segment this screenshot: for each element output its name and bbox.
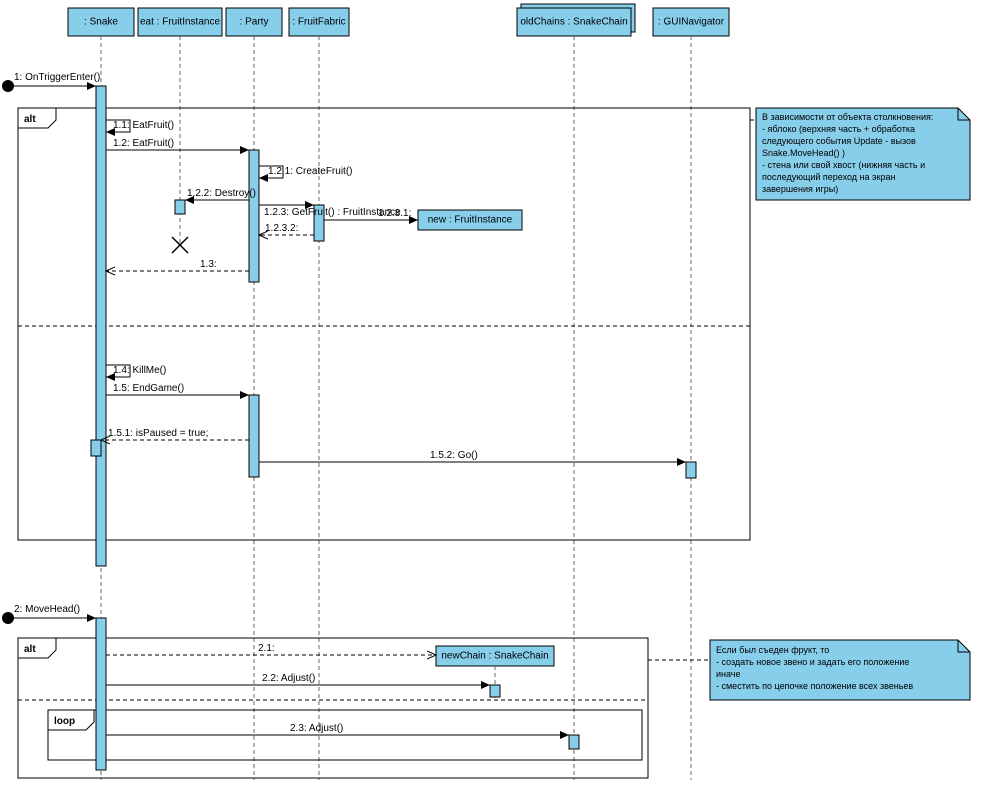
msg-2-3-label: 2.3: Adjust()	[290, 723, 343, 734]
alt-frame-1	[18, 108, 750, 540]
lifeline-party: : Party	[226, 8, 282, 780]
alt-frame-1-label: alt	[24, 114, 36, 125]
activation-oldchains	[569, 735, 579, 749]
lifeline-fabric-label: : FruitFabric	[292, 17, 345, 28]
msg-1-2-3-1-label: 1.2.3.1:	[378, 208, 411, 219]
sequence-diagram: : Snake eat : FruitInstance : Party : Fr…	[0, 0, 982, 791]
svg-text:иначе: иначе	[716, 669, 741, 679]
alt-frame-2-label: alt	[24, 644, 36, 655]
msg-1-2-label: 1.2: EatFruit()	[113, 138, 174, 149]
msg-1-5-2-label: 1.5.2: Go()	[430, 450, 478, 461]
note-2: Если был съеден фрукт, то - создать ново…	[710, 640, 970, 700]
created-new-fruit-label: new : FruitInstance	[428, 215, 513, 226]
msg-1-label: 1: OnTriggerEnter()	[14, 72, 100, 83]
msg-1-5-label: 1.5: EndGame()	[113, 383, 184, 394]
lifeline-party-label: : Party	[240, 17, 269, 28]
lifeline-gui-label: : GUINavigator	[658, 17, 725, 28]
activation-snake-2	[96, 618, 106, 770]
msg-1-2-2-label: 1.2.2: Destroy()	[187, 188, 256, 199]
svg-text:последующий переход на экран: последующий переход на экран	[762, 172, 896, 182]
svg-text:- сместить по цепочке положени: - сместить по цепочке положение всех зве…	[716, 681, 913, 691]
activation-gui	[686, 462, 696, 478]
svg-text:Snake.MoveHead() ): Snake.MoveHead() )	[762, 148, 845, 158]
msg-2-2-label: 2.2: Adjust()	[262, 673, 315, 684]
activation-party-1	[249, 150, 259, 282]
svg-text:- стена или свой хвост (нижняя: - стена или свой хвост (нижняя часть и	[762, 160, 925, 170]
lifeline-fabric: : FruitFabric	[289, 8, 349, 780]
msg-1-2-3-2-label: 1.2.3.2:	[265, 223, 298, 234]
svg-text:- создать новое звено и задать: - создать новое звено и задать его полож…	[716, 657, 909, 667]
msg-1-5-1-label: 1.5.1: isPaused = true;	[108, 428, 208, 439]
activation-snake-ispaused	[91, 440, 101, 456]
activation-snake-1	[96, 86, 106, 566]
lifeline-snake-label: : Snake	[84, 17, 118, 28]
created-new-chain-label: newChain : SnakeChain	[441, 651, 548, 662]
msg-2-1-label: 2.1:	[258, 643, 275, 654]
start-gate-1	[2, 80, 14, 92]
activation-newchain	[490, 685, 500, 697]
msg-1-3-label: 1.3:	[200, 259, 217, 270]
lifeline-eat-label: eat : FruitInstance	[140, 17, 220, 28]
lifeline-oldchains-label: oldChains : SnakeChain	[520, 17, 627, 28]
svg-text:завершения игры): завершения игры)	[762, 184, 838, 194]
activation-eat-destroy	[175, 200, 185, 214]
note-1: В зависимости от объекта столкновения: -…	[756, 108, 970, 200]
activation-party-2	[249, 395, 259, 477]
svg-text:Если был съеден фрукт, то: Если был съеден фрукт, то	[716, 645, 829, 655]
start-gate-2	[2, 612, 14, 624]
svg-text:В зависимости от объекта столк: В зависимости от объекта столкновения:	[762, 112, 933, 122]
loop-frame-label: loop	[54, 716, 75, 727]
svg-text:- яблоко (верхняя часть + обра: - яблоко (верхняя часть + обработка	[762, 124, 915, 134]
svg-text:следующего события Update - вы: следующего события Update - вызов	[762, 136, 916, 146]
msg-1-2-1-label: 1.2.1: CreateFruit()	[268, 166, 352, 177]
msg-2-label: 2: MoveHead()	[14, 604, 80, 615]
msg-1-1-label: 1.1: EatFruit()	[113, 120, 174, 131]
msg-1-4-label: 1.4: KillMe()	[113, 365, 166, 376]
